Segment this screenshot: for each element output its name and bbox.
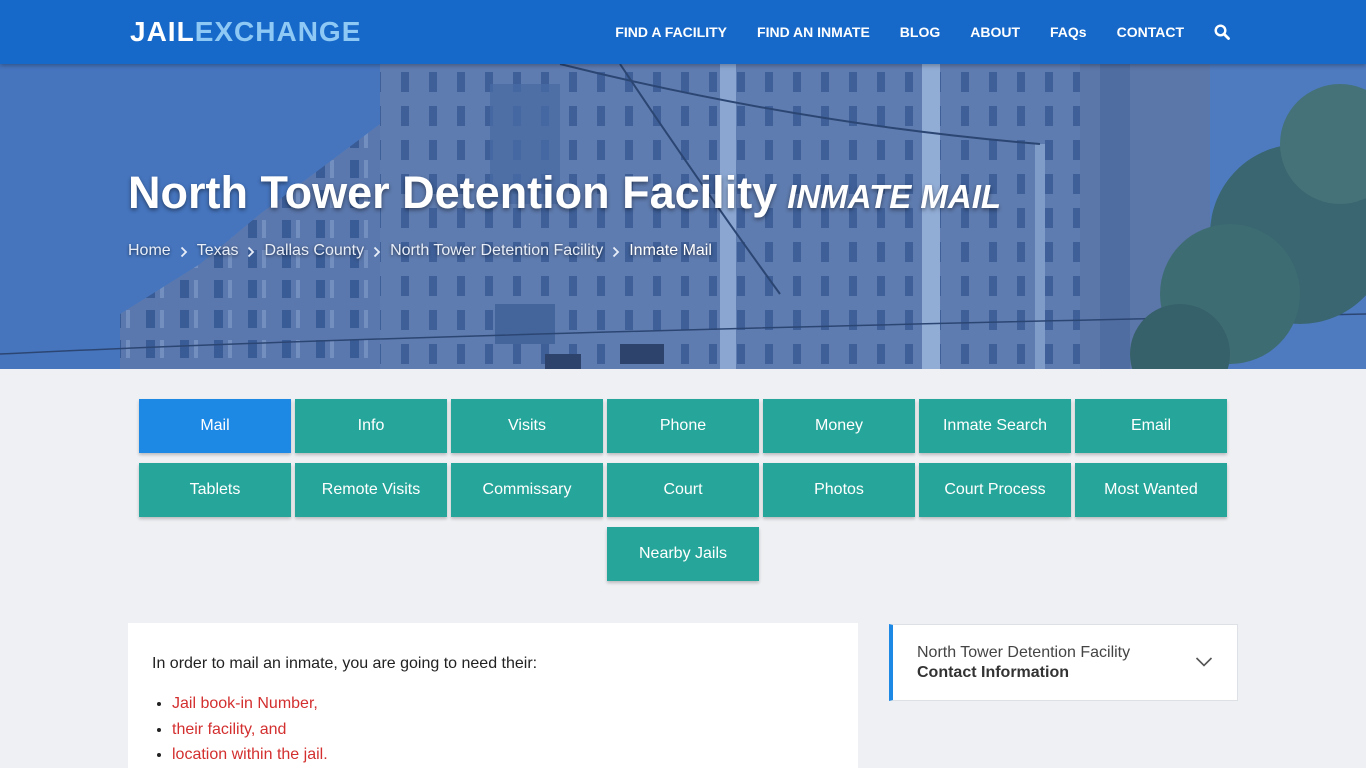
list-item: location within the jail. xyxy=(172,742,834,768)
hero-banner: North Tower Detention Facility INMATE MAI… xyxy=(0,64,1366,369)
tab-money[interactable]: Money xyxy=(763,399,915,453)
mail-requirements-list: Jail book-in Number, their facility, and… xyxy=(152,691,834,768)
nav-faqs[interactable]: FAQs xyxy=(1050,24,1087,40)
list-item: Jail book-in Number, xyxy=(172,691,834,717)
tab-info[interactable]: Info xyxy=(295,399,447,453)
logo-text-jail: JAIL xyxy=(130,16,195,47)
nav-about[interactable]: ABOUT xyxy=(970,24,1020,40)
nav-find-facility[interactable]: FIND A FACILITY xyxy=(615,24,727,40)
chevron-right-icon xyxy=(247,245,255,258)
breadcrumb-county[interactable]: Dallas County xyxy=(264,242,364,260)
mail-info-card: In order to mail an inmate, you are goin… xyxy=(128,623,858,768)
chevron-right-icon xyxy=(373,245,381,258)
nav-contact[interactable]: CONTACT xyxy=(1117,24,1184,40)
accordion-facility-name: North Tower Detention Facility xyxy=(917,644,1131,661)
breadcrumb-facility[interactable]: North Tower Detention Facility xyxy=(390,242,603,260)
chevron-down-icon[interactable] xyxy=(1195,655,1213,667)
breadcrumb-state[interactable]: Texas xyxy=(197,242,239,260)
page-subtitle: INMATE MAIL xyxy=(787,178,1002,215)
tab-email[interactable]: Email xyxy=(1075,399,1227,453)
breadcrumb-current: Inmate Mail xyxy=(629,242,712,259)
tab-court[interactable]: Court xyxy=(607,463,759,517)
page-title: North Tower Detention Facility INMATE MAI… xyxy=(128,167,1001,219)
nav-find-inmate[interactable]: FIND AN INMATE xyxy=(757,24,870,40)
breadcrumb-home[interactable]: Home xyxy=(128,242,171,260)
nav-blog[interactable]: BLOG xyxy=(900,24,940,40)
tab-remote-visits[interactable]: Remote Visits xyxy=(295,463,447,517)
mail-intro-text: In order to mail an inmate, you are goin… xyxy=(152,655,538,672)
tab-court-process[interactable]: Court Process xyxy=(919,463,1071,517)
chevron-right-icon xyxy=(612,245,620,258)
tab-photos[interactable]: Photos xyxy=(763,463,915,517)
chevron-right-icon xyxy=(180,245,188,258)
tab-mail[interactable]: Mail xyxy=(139,399,291,453)
main-nav: FIND A FACILITY FIND AN INMATE BLOG ABOU… xyxy=(585,0,1230,64)
logo-text-exchange: EXCHANGE xyxy=(194,16,362,47)
facility-title: North Tower Detention Facility xyxy=(128,167,778,218)
contact-info-accordion[interactable]: North Tower Detention Facility Contact I… xyxy=(889,624,1238,701)
top-navbar: JAILEXCHANGE FIND A FACILITY FIND AN INM… xyxy=(0,0,1366,64)
list-item: their facility, and xyxy=(172,717,834,743)
breadcrumb: Home Texas Dallas County North Tower Det… xyxy=(128,242,712,260)
tab-tablets[interactable]: Tablets xyxy=(139,463,291,517)
tab-most-wanted[interactable]: Most Wanted xyxy=(1075,463,1227,517)
accordion-section-title: Contact Information xyxy=(917,664,1069,681)
site-logo[interactable]: JAILEXCHANGE xyxy=(130,16,361,48)
tab-commissary[interactable]: Commissary xyxy=(451,463,603,517)
tab-nearby-jails[interactable]: Nearby Jails xyxy=(607,527,759,581)
tab-phone[interactable]: Phone xyxy=(607,399,759,453)
tab-visits[interactable]: Visits xyxy=(451,399,603,453)
tab-inmate-search[interactable]: Inmate Search xyxy=(919,399,1071,453)
search-icon[interactable] xyxy=(1214,24,1230,40)
